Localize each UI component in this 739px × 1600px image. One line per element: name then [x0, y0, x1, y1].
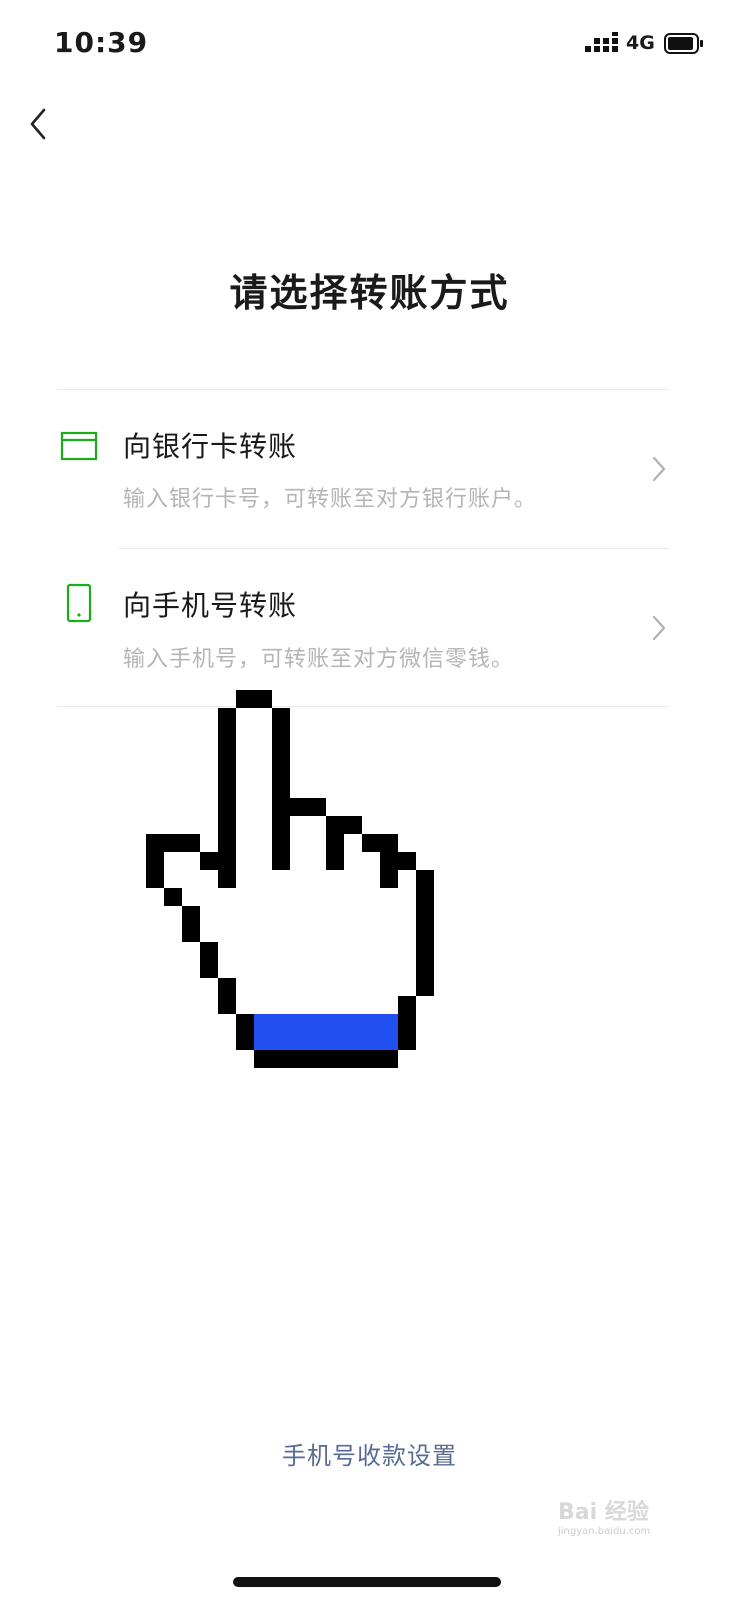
watermark-logo: Bai 经验 jingyan.baidu.com	[558, 1500, 651, 1537]
chevron-right-icon	[652, 456, 666, 482]
mobile-phone-icon	[66, 583, 92, 623]
chevron-right-icon	[652, 615, 666, 641]
option-bank-card-transfer[interactable]: 向银行卡转账 输入银行卡号，可转账至对方银行账户。	[57, 390, 683, 548]
pointing-hand-cursor-icon	[146, 690, 434, 1068]
network-type: 4G	[626, 32, 655, 54]
option-title: 向银行卡转账	[123, 430, 298, 463]
status-time: 10:39	[54, 26, 149, 59]
option-description: 输入手机号，可转账至对方微信零钱。	[123, 647, 515, 672]
home-indicator[interactable]	[233, 1577, 501, 1587]
back-button[interactable]	[22, 104, 58, 144]
back-chevron-icon	[30, 108, 46, 140]
phone-receive-settings-link[interactable]: 手机号收款设置	[0, 1436, 739, 1471]
bank-card-icon	[60, 431, 98, 461]
page-title: 请选择转账方式	[229, 271, 510, 315]
signal-icon	[585, 32, 618, 52]
status-bar: 10:39 4G	[0, 0, 739, 90]
option-title: 向手机号转账	[123, 589, 298, 622]
battery-icon	[664, 33, 703, 54]
option-phone-transfer[interactable]: 向手机号转账 输入手机号，可转账至对方微信零钱。	[57, 549, 683, 707]
option-description: 输入银行卡号，可转账至对方银行账户。	[123, 487, 538, 512]
cursor-cuff	[254, 1014, 398, 1050]
